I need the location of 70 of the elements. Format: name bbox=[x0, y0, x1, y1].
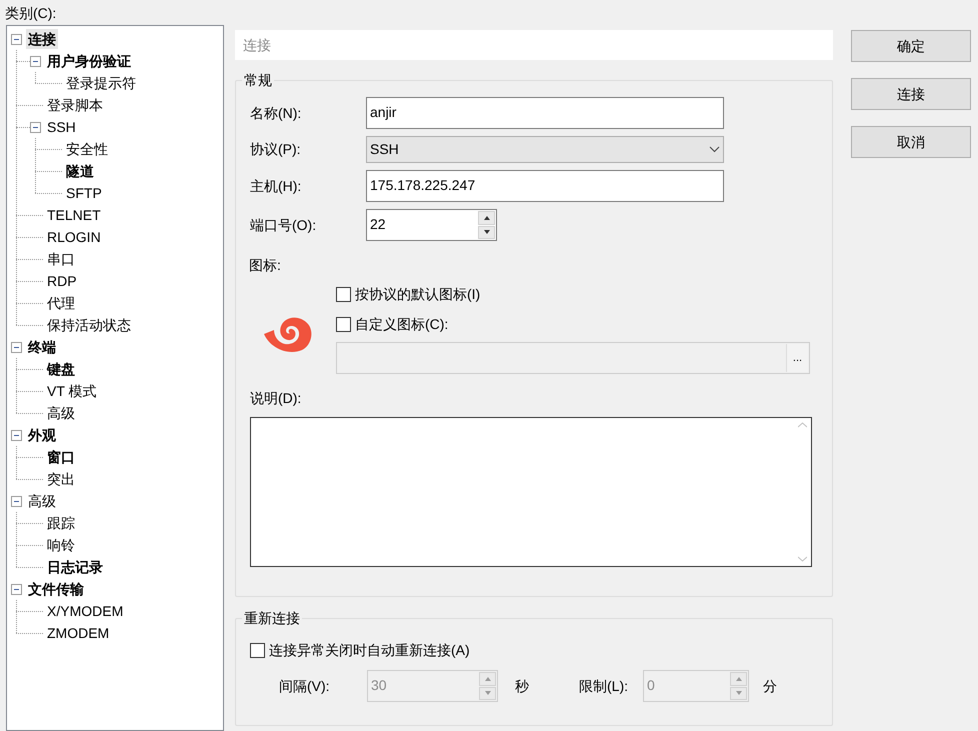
tree-item[interactable]: 保持活动状态 bbox=[45, 315, 133, 335]
input-field[interactable]: anjir bbox=[366, 97, 724, 129]
checkbox-label: 连接异常关闭时自动重新连接(A) bbox=[269, 640, 470, 660]
input-field[interactable]: 175.178.225.247 bbox=[366, 170, 724, 202]
checkbox[interactable] bbox=[336, 316, 351, 332]
protocol-dropdown[interactable]: SSH bbox=[366, 136, 724, 163]
expander-icon[interactable] bbox=[30, 122, 41, 132]
tree-item[interactable]: 高级 bbox=[45, 403, 77, 423]
field-label: 端口号(O): bbox=[250, 216, 318, 235]
category-label: 类别(C): bbox=[5, 4, 58, 23]
field-label: 协议(P): bbox=[250, 140, 302, 159]
tree-item[interactable]: 跟踪 bbox=[45, 513, 77, 533]
checkbox-label: 按协议的默认图标(I) bbox=[355, 284, 480, 304]
tree-item[interactable]: RLOGIN bbox=[45, 227, 103, 247]
tree-item[interactable]: 登录提示符 bbox=[64, 73, 138, 93]
down-triangle-icon bbox=[484, 690, 492, 696]
unit-label: 秒 bbox=[515, 676, 529, 696]
description-field[interactable] bbox=[250, 417, 812, 567]
tree-item[interactable]: 连接 bbox=[26, 29, 58, 49]
expander-icon[interactable] bbox=[11, 342, 22, 352]
expander-icon[interactable] bbox=[11, 496, 22, 506]
expander-icon[interactable] bbox=[11, 34, 22, 44]
expander-icon[interactable] bbox=[11, 430, 22, 440]
interval-label: 间隔(V): bbox=[279, 676, 331, 696]
expander-icon[interactable] bbox=[30, 56, 41, 66]
tree-item[interactable]: 响铃 bbox=[45, 535, 77, 555]
down-triangle-icon bbox=[482, 229, 490, 236]
tree-item[interactable]: 日志记录 bbox=[45, 557, 105, 577]
dialog-button[interactable]: 确定 bbox=[851, 30, 971, 62]
tree-item[interactable]: 键盘 bbox=[45, 359, 77, 379]
expander-icon[interactable] bbox=[11, 584, 22, 594]
field-label: 名称(N): bbox=[250, 104, 302, 123]
tree-item[interactable]: 突出 bbox=[45, 469, 77, 489]
tree-item[interactable]: VT 模式 bbox=[45, 381, 99, 401]
tree-item[interactable]: 高级 bbox=[26, 491, 58, 511]
checkbox-label: 自定义图标(C): bbox=[355, 314, 448, 334]
unit-label: 分 bbox=[763, 676, 777, 696]
icon-path-field[interactable]: ... bbox=[336, 342, 810, 374]
description-label: 说明(D): bbox=[250, 389, 302, 408]
spin-up-button[interactable] bbox=[478, 211, 495, 224]
icon-label: 图标: bbox=[249, 256, 282, 275]
tree-item[interactable]: SSH bbox=[45, 117, 78, 137]
tree-item[interactable]: 用户身份验证 bbox=[45, 51, 133, 71]
up-triangle-icon bbox=[482, 214, 490, 221]
tree-item[interactable]: TELNET bbox=[45, 205, 103, 225]
up-triangle-icon bbox=[484, 676, 492, 682]
tree-item[interactable]: RDP bbox=[45, 271, 79, 291]
tree-item[interactable]: 安全性 bbox=[64, 139, 110, 159]
tree-item[interactable]: 终端 bbox=[26, 337, 58, 357]
tree-item[interactable]: 窗口 bbox=[45, 447, 77, 467]
dialog-button[interactable]: 取消 bbox=[851, 126, 971, 158]
tree-item[interactable]: 代理 bbox=[45, 293, 77, 313]
tree-item[interactable]: SFTP bbox=[64, 183, 104, 203]
checkbox[interactable] bbox=[250, 642, 265, 658]
checkbox[interactable] bbox=[336, 286, 351, 302]
field-label: 主机(H): bbox=[250, 176, 302, 196]
tree-item[interactable]: 串口 bbox=[45, 249, 77, 269]
tree-item[interactable]: ZMODEM bbox=[45, 623, 112, 643]
down-triangle-icon bbox=[734, 690, 742, 696]
tree-item[interactable]: X/YMODEM bbox=[45, 601, 126, 621]
tree-item[interactable]: 隧道 bbox=[64, 161, 96, 181]
spin-down-button[interactable] bbox=[478, 226, 495, 239]
up-triangle-icon bbox=[734, 676, 742, 682]
tree-item[interactable]: 文件传输 bbox=[26, 579, 86, 599]
tree-item[interactable]: 登录脚本 bbox=[45, 95, 105, 115]
port-spinner[interactable]: 22 bbox=[366, 209, 497, 241]
dialog-button[interactable]: 连接 bbox=[851, 78, 971, 110]
panel-title: 连接 bbox=[235, 30, 833, 60]
limit-label: 限制(L): bbox=[579, 676, 629, 696]
tree-item[interactable]: 外观 bbox=[26, 425, 58, 445]
